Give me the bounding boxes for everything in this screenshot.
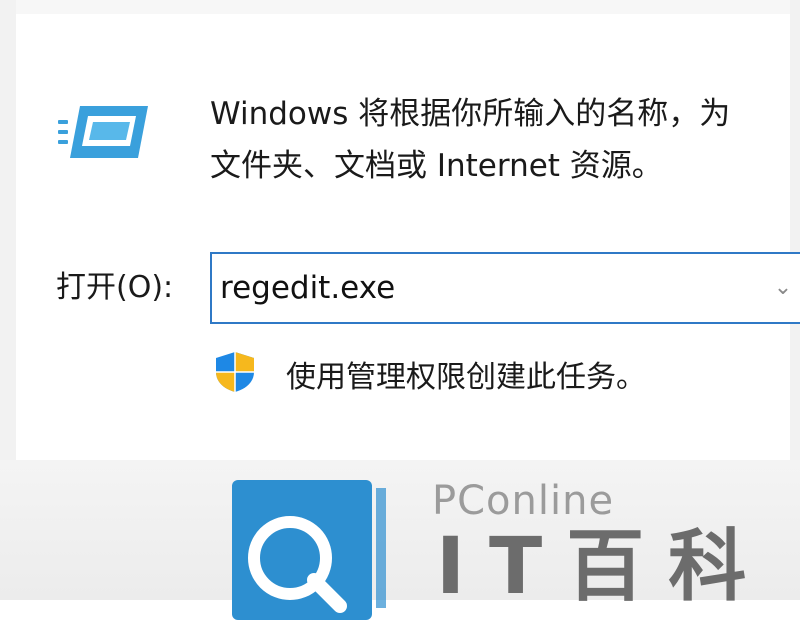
- window-top-strip: [0, 0, 800, 14]
- admin-privilege-note: 使用管理权限创建此任务。: [286, 360, 646, 395]
- pconline-logo: [232, 480, 386, 620]
- watermark-glyphs: IT百科: [436, 522, 771, 612]
- description-line-1: Windows 将根据你所输入的名称，为: [210, 96, 731, 132]
- dialog-description: Windows 将根据你所输入的名称，为 文件夹、文档或 Internet 资源…: [210, 88, 800, 192]
- open-label: 打开(O):: [56, 270, 174, 305]
- open-input[interactable]: [220, 264, 760, 312]
- open-combobox[interactable]: ⌄: [210, 252, 800, 324]
- uac-shield-icon: [216, 352, 254, 392]
- chevron-down-icon[interactable]: ⌄: [768, 268, 798, 308]
- watermark-brand: PConline: [432, 478, 615, 524]
- description-line-2: 文件夹、文档或 Internet 资源。: [210, 148, 663, 184]
- run-dialog-icon: [58, 106, 148, 158]
